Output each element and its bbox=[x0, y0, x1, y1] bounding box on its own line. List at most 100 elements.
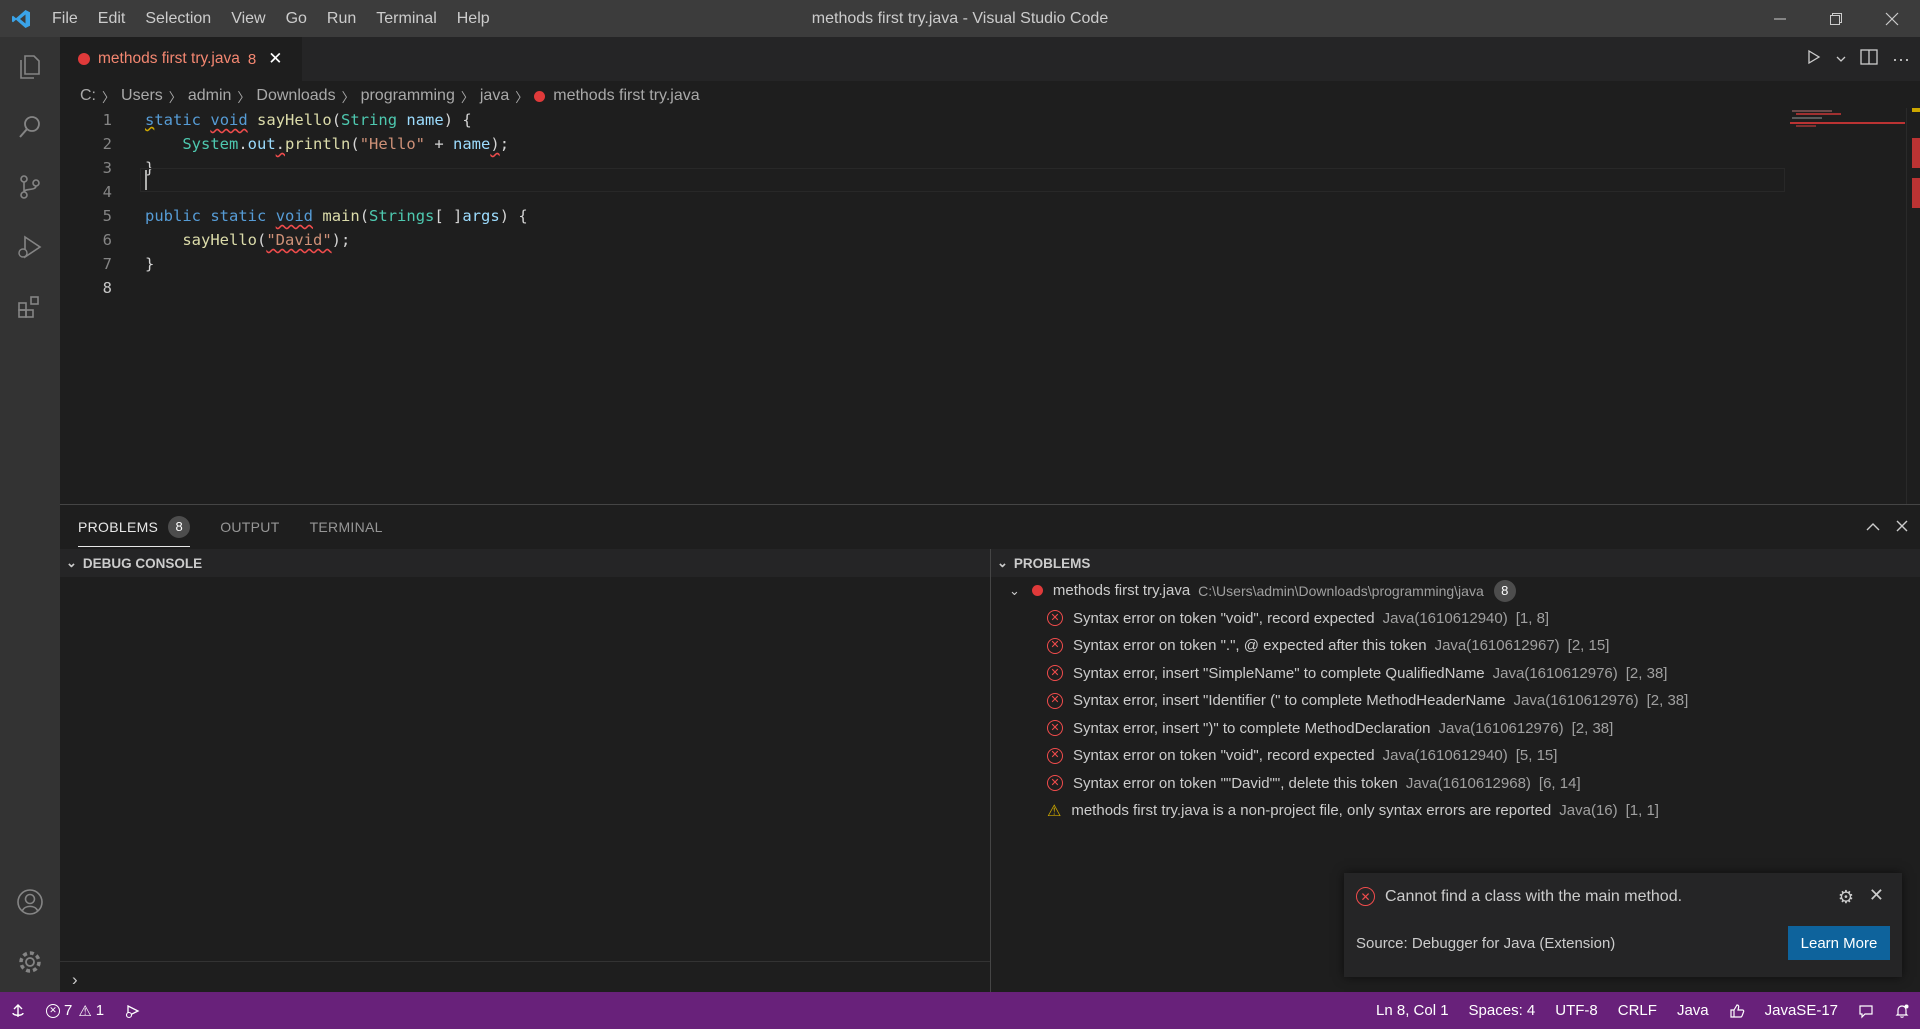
accounts-icon[interactable] bbox=[0, 872, 60, 932]
problem-item[interactable]: ✕ Syntax error, insert ")" to complete M… bbox=[991, 715, 1920, 743]
debug-console-title: DEBUG CONSOLE bbox=[82, 555, 203, 571]
extensions-icon[interactable] bbox=[0, 277, 60, 337]
text-cursor bbox=[145, 170, 147, 190]
minimap[interactable] bbox=[1790, 108, 1905, 128]
notification-close-icon[interactable]: ✕ bbox=[1869, 885, 1884, 906]
menu-file[interactable]: File bbox=[42, 0, 88, 37]
crumb-java[interactable]: java bbox=[480, 87, 509, 105]
play-icon bbox=[1808, 49, 1821, 65]
manage-gear-icon[interactable] bbox=[0, 932, 60, 992]
crumb-downloads[interactable]: Downloads bbox=[256, 87, 335, 105]
problems-list: ⌄ methods first try.java C:\Users\admin\… bbox=[991, 577, 1920, 825]
notification-source: Source: Debugger for Java (Extension) bbox=[1356, 935, 1616, 952]
status-cursor-position[interactable]: Ln 8, Col 1 bbox=[1366, 992, 1459, 1029]
status-language[interactable]: Java bbox=[1667, 992, 1719, 1029]
debug-status-icon[interactable] bbox=[114, 992, 150, 1029]
menu-terminal[interactable]: Terminal bbox=[366, 0, 446, 37]
run-java-button[interactable] bbox=[1806, 49, 1822, 69]
problem-item[interactable]: ✕ Syntax error, insert "SimpleName" to c… bbox=[991, 660, 1920, 688]
problems-header[interactable]: ⌄ PROBLEMS bbox=[991, 549, 1920, 577]
menu-run[interactable]: Run bbox=[317, 0, 366, 37]
code-line: 6 sayHello("David"); bbox=[60, 228, 1780, 252]
learn-more-button[interactable]: Learn More bbox=[1788, 926, 1890, 960]
minimize-button[interactable] bbox=[1752, 0, 1808, 37]
notifications-bell-icon[interactable] bbox=[1884, 992, 1920, 1029]
status-indentation[interactable]: Spaces: 4 bbox=[1459, 992, 1546, 1029]
problems-title: PROBLEMS bbox=[1013, 555, 1091, 571]
error-icon: ✕ bbox=[1047, 775, 1063, 792]
crumb-file[interactable]: methods first try.java bbox=[553, 87, 699, 105]
tab-terminal[interactable]: TERMINAL bbox=[310, 505, 383, 549]
tab-close-icon[interactable]: ✕ bbox=[268, 49, 282, 69]
editor-scrollbar[interactable] bbox=[1906, 108, 1920, 504]
maximize-panel-button[interactable] bbox=[1866, 517, 1880, 537]
restore-icon bbox=[1830, 12, 1842, 25]
problems-file-row[interactable]: ⌄ methods first try.java C:\Users\admin\… bbox=[991, 577, 1920, 605]
menu-selection[interactable]: Selection bbox=[135, 0, 221, 37]
problem-position: [5, 15] bbox=[1515, 747, 1558, 765]
problems-status[interactable]: ✕ 7 ⚠ 1 bbox=[36, 992, 114, 1029]
status-encoding[interactable]: UTF-8 bbox=[1545, 992, 1608, 1029]
menu-view[interactable]: View bbox=[221, 0, 275, 37]
tab-output[interactable]: OUTPUT bbox=[220, 505, 279, 549]
notification-message: Cannot find a class with the main method… bbox=[1385, 887, 1683, 905]
more-actions-button[interactable]: ··· bbox=[1892, 49, 1910, 70]
code-text: sayHello("David"); bbox=[182, 231, 351, 249]
problem-code: Java(16) bbox=[1559, 802, 1618, 820]
code-line: 8 bbox=[60, 276, 1780, 300]
line-number: 4 bbox=[102, 183, 112, 201]
line-number: 7 bbox=[102, 255, 112, 273]
menu-edit[interactable]: Edit bbox=[88, 0, 136, 37]
problem-position: [6, 14] bbox=[1538, 774, 1581, 792]
crumb-drive[interactable]: C: bbox=[80, 87, 96, 105]
error-icon: ✕ bbox=[1356, 887, 1375, 906]
java-file-icon bbox=[1031, 585, 1043, 597]
explorer-icon[interactable] bbox=[0, 37, 60, 97]
thumbs-up-icon[interactable] bbox=[1719, 992, 1755, 1029]
split-editor-button[interactable] bbox=[1860, 49, 1878, 69]
error-icon: ✕ bbox=[1047, 692, 1063, 709]
crumb-programming[interactable]: programming bbox=[361, 87, 455, 105]
menu-help[interactable]: Help bbox=[447, 0, 500, 37]
line-number: 5 bbox=[102, 207, 112, 225]
chevron-down-icon: ⌄ bbox=[997, 555, 1008, 570]
tab-methods-first-try[interactable]: methods first try.java 8 ✕ bbox=[60, 37, 302, 81]
problem-item[interactable]: ✕ Syntax error, insert "Identifier (" to… bbox=[991, 687, 1920, 715]
panel-tab-bar: PROBLEMS 8 OUTPUT TERMINAL bbox=[60, 505, 1920, 549]
problem-item[interactable]: ✕ Syntax error on token "void", record e… bbox=[991, 742, 1920, 770]
error-marker bbox=[1912, 178, 1920, 208]
debug-console-header[interactable]: ⌄ DEBUG CONSOLE bbox=[60, 549, 990, 577]
problem-code: Java(1610612967) bbox=[1434, 637, 1560, 655]
problem-message: Syntax error on token ".", @ expected af… bbox=[1073, 637, 1427, 655]
tab-problems[interactable]: PROBLEMS 8 bbox=[78, 505, 191, 549]
warning-icon: ⚠ bbox=[78, 1002, 92, 1020]
title-bar: File Edit Selection View Go Run Terminal… bbox=[0, 0, 1920, 37]
current-line-highlight bbox=[140, 168, 1785, 192]
close-panel-button[interactable] bbox=[1896, 517, 1908, 537]
tab-problems-label: PROBLEMS bbox=[78, 519, 159, 535]
run-debug-icon[interactable] bbox=[0, 217, 60, 277]
console-prompt-chevron-icon[interactable]: › bbox=[72, 970, 78, 990]
line-number: 2 bbox=[102, 135, 112, 153]
problem-item[interactable]: ✕ Syntax error on token ""David"", delet… bbox=[991, 770, 1920, 798]
breadcrumb: C: 〉 Users 〉 admin 〉 Downloads 〉 programming… bbox=[80, 87, 700, 105]
restore-button[interactable] bbox=[1808, 0, 1864, 37]
close-window-button[interactable] bbox=[1864, 0, 1920, 37]
status-java-runtime[interactable]: JavaSE-17 bbox=[1755, 992, 1848, 1029]
notification-settings-gear-icon[interactable]: ⚙ bbox=[1838, 887, 1854, 908]
problem-item[interactable]: ⚠ methods first try.java is a non-projec… bbox=[991, 797, 1920, 825]
feedback-icon[interactable] bbox=[1848, 992, 1884, 1029]
source-control-icon[interactable] bbox=[0, 157, 60, 217]
crumb-users[interactable]: Users bbox=[121, 87, 163, 105]
crumb-admin[interactable]: admin bbox=[188, 87, 232, 105]
problems-count-badge: 8 bbox=[168, 516, 191, 538]
remote-icon[interactable] bbox=[0, 992, 36, 1029]
status-eol[interactable]: CRLF bbox=[1608, 992, 1667, 1029]
problem-item[interactable]: ✕ Syntax error on token ".", @ expected … bbox=[991, 632, 1920, 660]
code-line: 2 System.out.println("Hello" + name); bbox=[60, 132, 1780, 156]
problem-item[interactable]: ✕ Syntax error on token "void", record e… bbox=[991, 605, 1920, 633]
search-icon[interactable] bbox=[0, 97, 60, 157]
run-dropdown-button[interactable] bbox=[1836, 51, 1846, 68]
vscode-logo-icon bbox=[0, 0, 42, 37]
menu-go[interactable]: Go bbox=[276, 0, 317, 37]
